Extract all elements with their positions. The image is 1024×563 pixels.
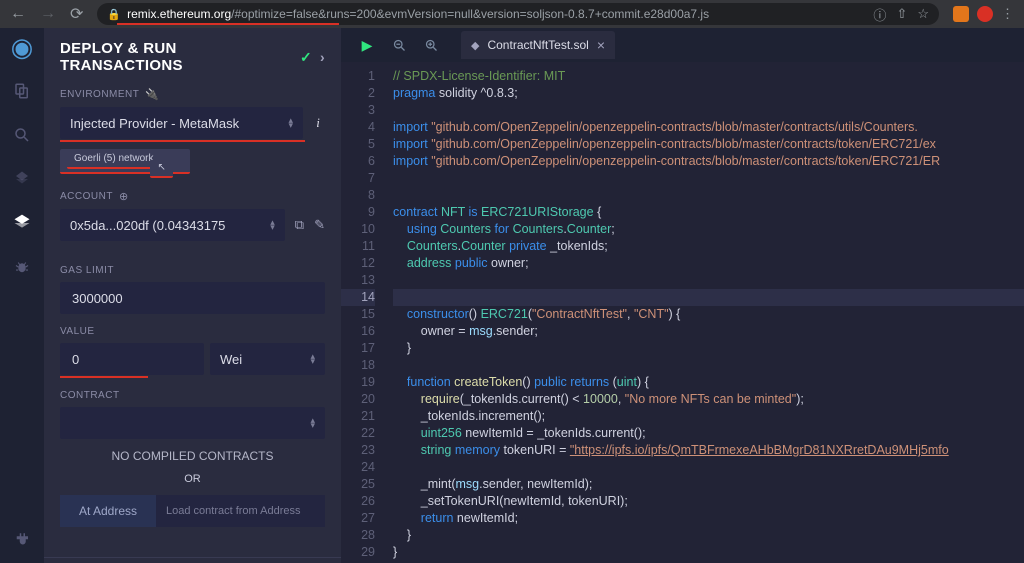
reload-button[interactable]: ⟳ (70, 4, 83, 24)
environment-label: ENVIRONMENT🔌 (60, 88, 325, 101)
zoom-out-button[interactable] (385, 31, 413, 59)
value-amount-input[interactable] (60, 343, 204, 375)
file-explorer-icon[interactable] (11, 80, 33, 102)
back-button[interactable]: ← (10, 5, 26, 23)
forward-button[interactable]: → (40, 5, 56, 23)
annotation-underline (117, 23, 339, 25)
chevron-right-icon[interactable]: › (320, 49, 325, 65)
run-button[interactable]: ▶ (353, 31, 381, 59)
or-divider: OR (60, 473, 325, 485)
contract-select[interactable]: ▴▾ (60, 407, 325, 439)
annotation-underline (60, 140, 305, 142)
select-caret-icon: ▴▾ (288, 118, 293, 128)
star-icon[interactable]: ☆ (917, 6, 929, 22)
select-caret-icon: ▴▾ (310, 354, 315, 364)
panel-title: DEPLOY & RUN TRANSACTIONS ✓ › (60, 40, 325, 74)
edit-icon[interactable]: ✎ (314, 217, 325, 233)
debugger-icon[interactable] (11, 256, 33, 278)
deploy-run-panel: DEPLOY & RUN TRANSACTIONS ✓ › ENVIRONMEN… (44, 28, 341, 563)
value-unit: Wei (220, 352, 242, 367)
value-unit-select[interactable]: Wei ▴▾ (210, 343, 325, 375)
panel-title-text: DEPLOY & RUN TRANSACTIONS (60, 40, 292, 74)
editor-tab[interactable]: ◆ ContractNftTest.sol × (461, 31, 615, 59)
line-number-gutter: 1234567891011121314151617181920212223242… (341, 62, 385, 563)
extension-icon[interactable] (977, 6, 993, 22)
environment-select[interactable]: Injected Provider - MetaMask ▴▾ (60, 107, 303, 139)
account-value: 0x5da...020df (0.04343175 (70, 218, 225, 233)
network-badge: Goerli (5) network↖ (60, 148, 190, 174)
plugin-manager-icon[interactable] (11, 529, 33, 551)
deploy-icon[interactable] (11, 212, 33, 234)
tab-filename: ContractNftTest.sol (487, 38, 588, 52)
copy-icon[interactable]: ⧉ (295, 217, 304, 233)
menu-icon[interactable]: ⋮ (1001, 6, 1014, 22)
url-path: /#optimize=false&runs=200&evmVersion=nul… (231, 7, 709, 21)
gas-limit-input[interactable] (60, 282, 325, 314)
transactions-recorded-row[interactable]: Transactions recorded 3 ⓘ › (44, 557, 341, 563)
activity-bar: ◉ (0, 28, 44, 563)
contract-label: CONTRACT (60, 390, 325, 401)
code-body[interactable]: // SPDX-License-Identifier: MITpragma so… (385, 62, 1024, 563)
no-compiled-message: NO COMPILED CONTRACTS (60, 449, 325, 463)
environment-value: Injected Provider - MetaMask (70, 116, 239, 131)
select-caret-icon: ▴▾ (310, 418, 315, 428)
select-caret-icon: ▴▾ (270, 220, 275, 230)
search-icon[interactable] (11, 124, 33, 146)
translate-icon[interactable]: ⓘ (873, 5, 886, 24)
share-icon[interactable]: ⇧ (896, 6, 907, 22)
account-label: ACCOUNT⊕ (60, 190, 325, 203)
close-tab-button[interactable]: × (597, 37, 605, 53)
plus-circle-icon[interactable]: ⊕ (119, 190, 129, 203)
lock-icon: 🔒 (107, 8, 121, 21)
annotation-underline (60, 376, 148, 378)
at-address-button[interactable]: At Address (60, 495, 156, 527)
load-address-input[interactable]: Load contract from Address (156, 495, 325, 527)
cursor-icon: ↖ (150, 160, 172, 178)
url-host: remix.ethereum.org (127, 7, 231, 21)
editor-area: ▶ ◆ ContractNftTest.sol × 12345678910111… (341, 28, 1024, 563)
url-bar[interactable]: 🔒 remix.ethereum.org/#optimize=false&run… (97, 3, 939, 25)
info-icon[interactable]: i (311, 115, 325, 131)
compiler-icon[interactable] (11, 168, 33, 190)
plug-icon: 🔌 (145, 88, 159, 101)
solidity-file-icon: ◆ (471, 39, 479, 52)
code-editor[interactable]: 1234567891011121314151617181920212223242… (341, 62, 1024, 563)
browser-chrome-bar: ← → ⟳ 🔒 remix.ethereum.org/#optimize=fal… (0, 0, 1024, 28)
check-icon: ✓ (300, 49, 312, 66)
metamask-icon[interactable] (953, 6, 969, 22)
account-select[interactable]: 0x5da...020df (0.04343175 ▴▾ (60, 209, 285, 241)
remix-logo-icon[interactable]: ◉ (11, 36, 33, 58)
editor-toolbar: ▶ ◆ ContractNftTest.sol × (341, 28, 1024, 62)
value-label: VALUE (60, 326, 325, 337)
zoom-in-button[interactable] (417, 31, 445, 59)
gas-limit-label: GAS LIMIT (60, 265, 325, 276)
